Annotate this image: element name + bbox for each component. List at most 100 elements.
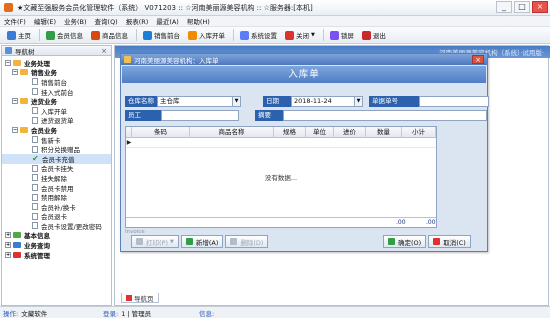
tree-node-member[interactable]: − 会员业务 bbox=[2, 125, 111, 135]
menu-query[interactable]: 查询(Q) bbox=[91, 16, 122, 26]
expand-icon[interactable]: + bbox=[5, 242, 11, 249]
menu-bar: 文件(F) 编辑(E) 业务(B) 查询(Q) 报表(R) 最近(A) 帮助(H… bbox=[0, 16, 550, 27]
menu-business[interactable]: 业务(B) bbox=[60, 16, 91, 26]
column-header-product-name[interactable]: 商品名称 bbox=[190, 127, 274, 138]
remark-field[interactable] bbox=[283, 110, 487, 121]
maximize-button[interactable]: □ bbox=[514, 1, 530, 13]
grid-header-row: 条码 商品名称 规格 单位 进价 数量 小计 bbox=[126, 127, 436, 138]
right-button-group: 确定(O) 取消(C) bbox=[383, 235, 473, 248]
lock-icon bbox=[329, 30, 339, 40]
tree-node-sales[interactable]: − 销售业务 bbox=[2, 68, 111, 77]
menu-report[interactable]: 报表(R) bbox=[122, 16, 153, 26]
remark-label: 摘要 bbox=[255, 110, 283, 121]
stock-in-icon bbox=[188, 30, 197, 40]
menu-edit[interactable]: 编辑(E) bbox=[30, 16, 60, 26]
add-button[interactable]: 新增(A) bbox=[180, 235, 224, 248]
printer-icon bbox=[136, 238, 143, 245]
toolbar-stock-in-button[interactable]: 入库开单 bbox=[185, 28, 228, 42]
expand-icon[interactable]: + bbox=[5, 232, 11, 239]
chevron-down-icon[interactable]: ▼ bbox=[232, 97, 240, 106]
tree-node-embedded-front[interactable]: 挂入式前台 bbox=[2, 87, 111, 97]
column-header-price[interactable]: 进价 bbox=[334, 127, 366, 138]
column-header-spec[interactable]: 规格 bbox=[274, 127, 306, 138]
home-icon bbox=[7, 30, 16, 40]
column-header-subtotal[interactable]: 小计 bbox=[402, 127, 436, 138]
warehouse-label: 仓库名称 bbox=[125, 96, 157, 107]
form-row-2: 员工 摘要 bbox=[125, 110, 487, 121]
tree-node-purchase-return[interactable]: 进货退货单 bbox=[2, 116, 111, 125]
tree-node-card-recharge[interactable]: ✔ 会员卡充值 bbox=[2, 153, 111, 164]
close-window-button[interactable]: × bbox=[532, 1, 548, 13]
column-header-barcode[interactable]: 条码 bbox=[132, 127, 190, 138]
toolbar-home-button[interactable]: 主页 bbox=[4, 28, 34, 42]
staff-field[interactable] bbox=[161, 110, 239, 121]
document-icon bbox=[32, 145, 38, 153]
toolbar-member-button[interactable]: 会员信息 bbox=[43, 28, 86, 42]
column-header-quantity[interactable]: 数量 bbox=[366, 127, 402, 138]
tree-node-purchase[interactable]: − 进货业务 bbox=[2, 96, 111, 106]
window-title: ★文藏至强服务会员化管理软件（系统） V071203 :: ☆河南美丽源美容机构… bbox=[17, 3, 313, 12]
tree-node-card-disable[interactable]: 会员卡禁用 bbox=[2, 183, 111, 193]
exit-icon bbox=[361, 30, 371, 40]
tab-navigation-page[interactable]: 导航页 bbox=[121, 293, 159, 303]
window-title-bar: ★文藏至强服务会员化管理软件（系统） V071203 :: ☆河南美丽源美容机构… bbox=[0, 0, 550, 16]
date-picker[interactable]: 2018-11-24 ▼ bbox=[291, 96, 363, 107]
toolbar-lock-button[interactable]: 锁屏 bbox=[327, 28, 357, 42]
dialog-close-button[interactable]: × bbox=[472, 55, 484, 64]
tree-node-card-loss[interactable]: 会员卡挂失 bbox=[2, 164, 111, 173]
expand-icon[interactable]: + bbox=[5, 251, 11, 258]
cashier-icon bbox=[143, 30, 152, 40]
menu-file[interactable]: 文件(F) bbox=[0, 16, 30, 26]
column-header-unit[interactable]: 单位 bbox=[306, 127, 334, 138]
tree-node-card-password[interactable]: 会员卡设置/更改密码 bbox=[2, 221, 111, 231]
close-panel-icon[interactable]: × bbox=[101, 47, 107, 55]
tree-node-system-management[interactable]: + 系统管理 bbox=[2, 250, 111, 260]
document-icon bbox=[32, 193, 38, 201]
tree-node-card-refund[interactable]: 会员退卡 bbox=[2, 212, 111, 221]
minimize-button[interactable]: _ bbox=[496, 1, 512, 13]
collapse-icon[interactable]: − bbox=[12, 126, 18, 133]
tree-node-disable-release[interactable]: 禁用解除 bbox=[2, 192, 111, 202]
toolbar-separator bbox=[39, 29, 40, 41]
checkmark-icon bbox=[388, 238, 395, 245]
collapse-icon[interactable]: − bbox=[5, 59, 11, 66]
menu-recent[interactable]: 最近(A) bbox=[152, 16, 183, 26]
toolbar-settings-button[interactable]: 系统设置 bbox=[237, 28, 280, 42]
tree-node-sales-front[interactable]: 销售前台 bbox=[2, 77, 111, 87]
document-icon bbox=[32, 203, 38, 211]
tree-node-loss-release[interactable]: 挂失解除 bbox=[2, 173, 111, 183]
tree-node-business-processing[interactable]: − 业务处理 bbox=[2, 58, 111, 68]
toolbar-cashier-button[interactable]: 销售前台 bbox=[140, 28, 183, 42]
delete-button[interactable]: 删除(D) bbox=[225, 235, 269, 248]
grid-footer-totals: .00 .00 bbox=[126, 217, 436, 227]
document-icon bbox=[32, 174, 38, 182]
plus-icon bbox=[185, 238, 193, 245]
document-icon bbox=[32, 184, 38, 192]
collapse-icon[interactable]: − bbox=[12, 69, 18, 76]
doc-number-field[interactable] bbox=[419, 96, 489, 107]
menu-help[interactable]: 帮助(H) bbox=[183, 16, 214, 26]
navigation-tree-panel: 导航树 × − 业务处理 − 销售业务 销售前台 挂入式前台 − 进货业务 入库开单 … bbox=[1, 45, 112, 306]
document-icon bbox=[32, 116, 38, 124]
toolbar-exit-button[interactable]: 退出 bbox=[359, 28, 389, 42]
print-button[interactable]: 打印(P) ▼ bbox=[131, 235, 179, 248]
tree-node-stock-in[interactable]: 入库开单 bbox=[2, 106, 111, 116]
toolbar-separator bbox=[233, 29, 234, 41]
tree-node-sell-card[interactable]: 售新卡 bbox=[2, 135, 111, 145]
dialog-title-bar[interactable]: 河南美丽源美容机构：入库单 bbox=[121, 54, 487, 65]
cancel-button[interactable]: 取消(C) bbox=[428, 235, 471, 248]
collapse-icon[interactable]: − bbox=[12, 98, 18, 105]
tree-node-business-query[interactable]: + 业务查询 bbox=[2, 240, 111, 250]
ok-button[interactable]: 确定(O) bbox=[383, 235, 427, 248]
tree-node-basic-info[interactable]: + 基本信息 bbox=[2, 231, 111, 240]
grid-current-row[interactable]: ▶ bbox=[126, 138, 436, 148]
product-icon bbox=[91, 30, 100, 40]
nav-page-icon bbox=[126, 294, 132, 301]
toolbar-product-button[interactable]: 商品信息 bbox=[88, 28, 131, 42]
chevron-down-icon[interactable]: ▼ bbox=[354, 97, 362, 106]
status-operator: 操作: 文藏软件 bbox=[3, 309, 48, 318]
tree-node-points-exchange[interactable]: 积分兑换赠品 bbox=[2, 144, 111, 154]
toolbar-close-button[interactable]: 关闭 ▼ bbox=[282, 28, 318, 42]
tree-node-card-replace[interactable]: 会员补/换卡 bbox=[2, 202, 111, 212]
warehouse-select[interactable]: 主仓库 ▼ bbox=[157, 96, 241, 107]
